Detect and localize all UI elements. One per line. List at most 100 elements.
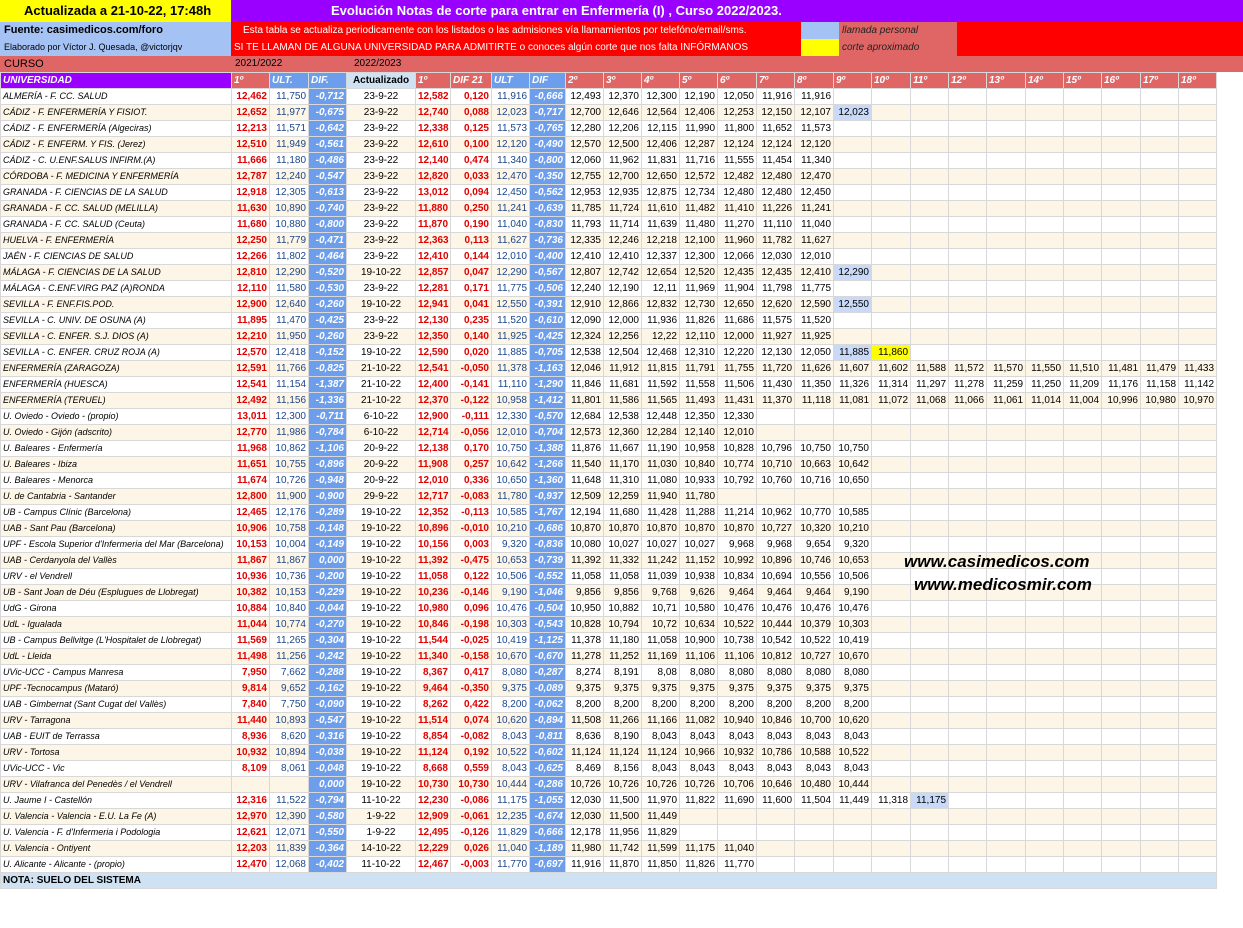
table-cell[interactable]: 11,592: [641, 376, 680, 393]
table-cell[interactable]: 11,058: [603, 568, 642, 585]
table-cell[interactable]: 11,431: [717, 392, 757, 409]
table-cell[interactable]: 11,652: [756, 120, 795, 137]
table-cell[interactable]: 10,670: [491, 648, 530, 665]
table-cell[interactable]: [1063, 840, 1102, 857]
table-cell[interactable]: 10,727: [756, 520, 795, 537]
table-cell[interactable]: 12,941: [415, 296, 451, 313]
table-cell[interactable]: 10,758: [269, 520, 309, 537]
table-cell[interactable]: 8,156: [603, 760, 642, 777]
table-cell[interactable]: 12,538: [603, 408, 642, 425]
table-cell[interactable]: 12,970: [231, 808, 270, 825]
table-cell[interactable]: 11,072: [871, 392, 911, 409]
table-cell[interactable]: [1140, 296, 1179, 313]
table-cell[interactable]: [1101, 472, 1141, 489]
table-cell[interactable]: 8,043: [679, 760, 718, 777]
table-cell[interactable]: [871, 504, 911, 521]
table-cell[interactable]: 11,588: [910, 360, 949, 377]
table-cell[interactable]: [1025, 472, 1064, 489]
table-cell[interactable]: 10,906: [231, 520, 270, 537]
table-cell[interactable]: 11,544: [415, 632, 451, 649]
table-cell[interactable]: [948, 520, 987, 537]
table-cell[interactable]: [871, 264, 911, 281]
table-cell[interactable]: 12,110: [679, 328, 718, 345]
table-cell[interactable]: -0,610: [529, 312, 566, 329]
table-cell[interactable]: 11,876: [565, 440, 604, 457]
table-cell[interactable]: 12,573: [565, 424, 604, 441]
table-cell[interactable]: [756, 840, 795, 857]
table-cell[interactable]: ENFERMERÍA (HUESCA): [0, 376, 232, 393]
table-cell[interactable]: [910, 264, 949, 281]
table-cell[interactable]: [1025, 152, 1064, 169]
table-cell[interactable]: 6-10-22: [346, 408, 416, 425]
table-cell[interactable]: [986, 136, 1026, 153]
table-cell[interactable]: [1025, 856, 1064, 873]
table-cell[interactable]: [986, 760, 1026, 777]
table-cell[interactable]: [1025, 664, 1064, 681]
table-cell[interactable]: [871, 776, 911, 793]
table-cell[interactable]: 8,043: [756, 760, 795, 777]
table-cell[interactable]: 12,178: [565, 824, 604, 841]
table-cell[interactable]: -0,086: [450, 792, 492, 809]
table-cell[interactable]: 11,241: [491, 200, 530, 217]
table-cell[interactable]: -0,712: [308, 88, 347, 105]
column-header[interactable]: 11º: [910, 72, 949, 89]
table-cell[interactable]: 23-9-22: [346, 88, 416, 105]
table-cell[interactable]: 12,467: [415, 856, 451, 873]
table-cell[interactable]: -0,402: [308, 856, 347, 873]
table-cell[interactable]: [1140, 856, 1179, 873]
table-cell[interactable]: [1063, 536, 1102, 553]
table-cell[interactable]: 9,652: [269, 680, 309, 697]
table-cell[interactable]: U. Valencia - Valencia - E.U. La Fe (A): [0, 808, 232, 825]
table-cell[interactable]: 11,880: [415, 200, 451, 217]
column-header[interactable]: ULT.: [269, 72, 309, 89]
table-cell[interactable]: [1178, 520, 1217, 537]
table-cell[interactable]: 10,794: [603, 616, 642, 633]
table-cell[interactable]: -0,711: [308, 408, 347, 425]
table-cell[interactable]: [910, 440, 949, 457]
table-cell[interactable]: [1178, 824, 1217, 841]
table-cell[interactable]: 11,826: [679, 856, 718, 873]
table-cell[interactable]: 11,297: [910, 376, 949, 393]
table-cell[interactable]: 9,375: [565, 680, 604, 697]
table-cell[interactable]: 10,027: [603, 536, 642, 553]
table-cell[interactable]: 19-10-22: [346, 744, 416, 761]
table-cell[interactable]: 12,010: [717, 424, 757, 441]
table-cell[interactable]: 11,110: [491, 376, 530, 393]
table-cell[interactable]: [1178, 312, 1217, 329]
table-cell[interactable]: UB - Campus Clínic (Barcelona): [0, 504, 232, 521]
table-cell[interactable]: 12,550: [491, 296, 530, 313]
table-cell[interactable]: [1025, 760, 1064, 777]
table-cell[interactable]: 10,706: [717, 776, 757, 793]
column-header[interactable]: 18º: [1178, 72, 1217, 89]
table-cell[interactable]: [986, 856, 1026, 873]
table-cell[interactable]: 8,191: [603, 664, 642, 681]
table-cell[interactable]: -0,089: [529, 680, 566, 697]
table-cell[interactable]: [1140, 536, 1179, 553]
table-cell[interactable]: [1178, 408, 1217, 425]
table-cell[interactable]: -1,336: [308, 392, 347, 409]
column-header[interactable]: 2º: [565, 72, 604, 89]
table-cell[interactable]: 0,250: [450, 200, 492, 217]
table-cell[interactable]: 12,918: [231, 184, 270, 201]
table-cell[interactable]: -0,152: [308, 344, 347, 361]
table-cell[interactable]: [986, 776, 1026, 793]
table-cell[interactable]: [986, 344, 1026, 361]
column-header[interactable]: UNIVERSIDAD: [0, 72, 232, 89]
table-cell[interactable]: 12,410: [415, 248, 451, 265]
table-cell[interactable]: 11,082: [679, 712, 718, 729]
table-cell[interactable]: 10,382: [231, 584, 270, 601]
table-cell[interactable]: 12,287: [679, 136, 718, 153]
table-cell[interactable]: 11,175: [679, 840, 718, 857]
table-cell[interactable]: 11,770: [491, 856, 530, 873]
table-cell[interactable]: 11,241: [794, 200, 834, 217]
table-cell[interactable]: [1178, 680, 1217, 697]
table-cell[interactable]: [794, 856, 834, 873]
table-cell[interactable]: U. Oviedo - Gijón (adscrito): [0, 424, 232, 441]
table-cell[interactable]: 11,885: [833, 344, 872, 361]
table-cell[interactable]: 10,726: [565, 776, 604, 793]
table-cell[interactable]: 12,465: [231, 504, 270, 521]
table-cell[interactable]: [1063, 168, 1102, 185]
table-cell[interactable]: UdL - Igualada: [0, 616, 232, 633]
table-cell[interactable]: 10,585: [833, 504, 872, 521]
table-cell[interactable]: 11,802: [269, 248, 309, 265]
